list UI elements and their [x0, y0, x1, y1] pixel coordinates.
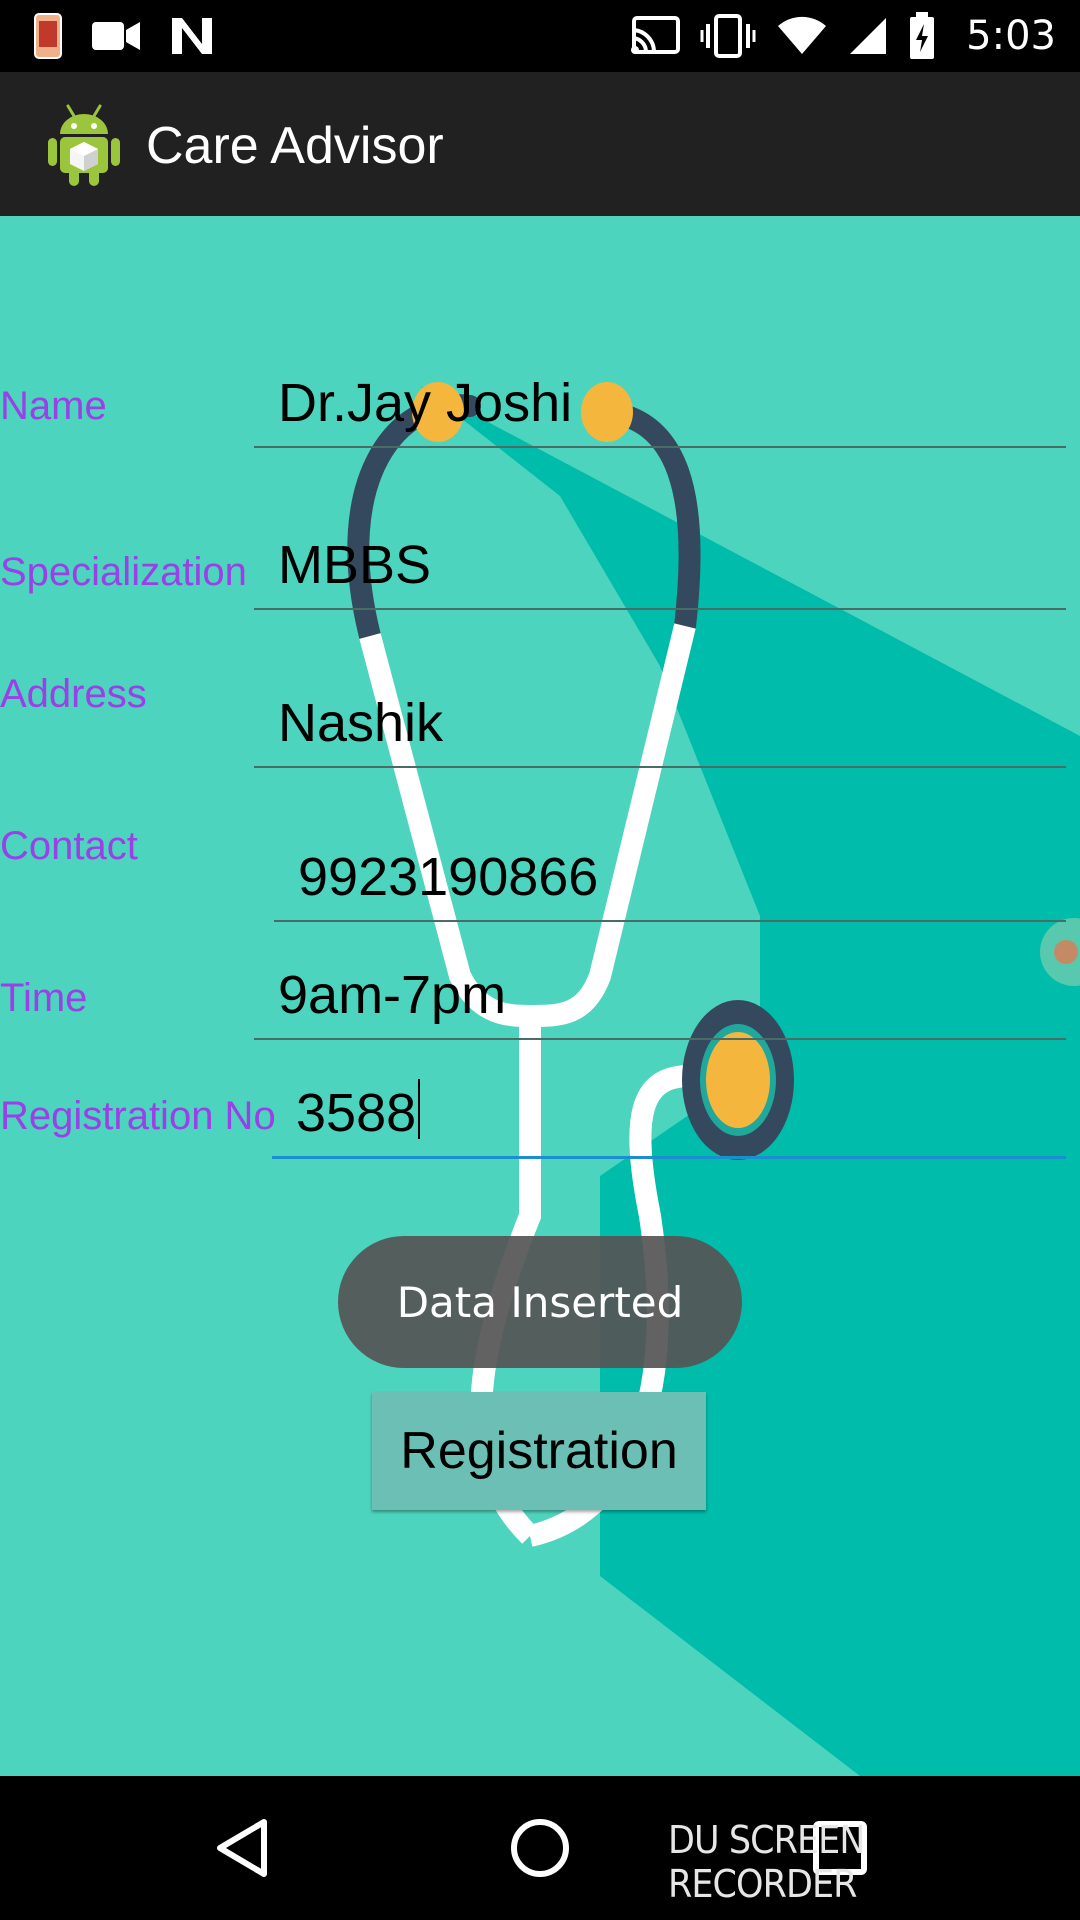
registration-no-value: 3588 — [296, 1079, 421, 1144]
name-field[interactable]: Dr.Jay Joshi — [254, 366, 1066, 448]
app-bar: Care Advisor — [0, 72, 1080, 216]
android-icon — [48, 104, 120, 186]
text-cursor — [418, 1079, 421, 1139]
registration-no-field[interactable]: 3588 — [272, 1072, 1066, 1159]
contact-field[interactable]: 9923190866 — [274, 836, 1066, 922]
wifi-icon — [778, 16, 827, 54]
specialization-field[interactable]: MBBS — [254, 528, 1066, 610]
n-icon — [172, 18, 212, 54]
status-bar: 5:03 — [0, 0, 1080, 72]
time-value: 9am-7pm — [278, 965, 507, 1025]
battery-charging-icon — [910, 12, 935, 59]
specialization-value: MBBS — [278, 535, 432, 595]
status-time: 5:03 — [966, 13, 1056, 59]
home-icon[interactable] — [504, 1812, 576, 1884]
cast-icon — [631, 16, 681, 54]
registration-no-label: Registration No — [0, 1094, 276, 1138]
signal-icon — [850, 18, 887, 54]
toast-message: Data Inserted — [338, 1236, 742, 1368]
address-label: Address — [0, 672, 147, 716]
registration-button[interactable]: Registration — [372, 1392, 706, 1510]
time-label: Time — [0, 976, 88, 1020]
video-camera-icon — [92, 22, 140, 50]
name-label: Name — [0, 384, 107, 428]
address-value: Nashik — [278, 693, 444, 753]
notification-app-icon — [34, 13, 62, 59]
vibrate-icon — [700, 14, 756, 58]
back-icon[interactable] — [206, 1812, 278, 1884]
name-value: Dr.Jay Joshi — [278, 373, 573, 433]
app-title: Care Advisor — [146, 117, 444, 175]
registration-screen: Name Dr.Jay Joshi Specialization MBBS Ad… — [0, 216, 1080, 1776]
contact-value: 9923190866 — [298, 847, 599, 907]
address-field[interactable]: Nashik — [254, 686, 1066, 768]
contact-label: Contact — [0, 824, 138, 868]
screen-recorder-watermark: DU SCREEN RECORDER — [668, 1818, 865, 1906]
time-field[interactable]: 9am-7pm — [254, 956, 1066, 1040]
specialization-label: Specialization — [0, 550, 247, 594]
